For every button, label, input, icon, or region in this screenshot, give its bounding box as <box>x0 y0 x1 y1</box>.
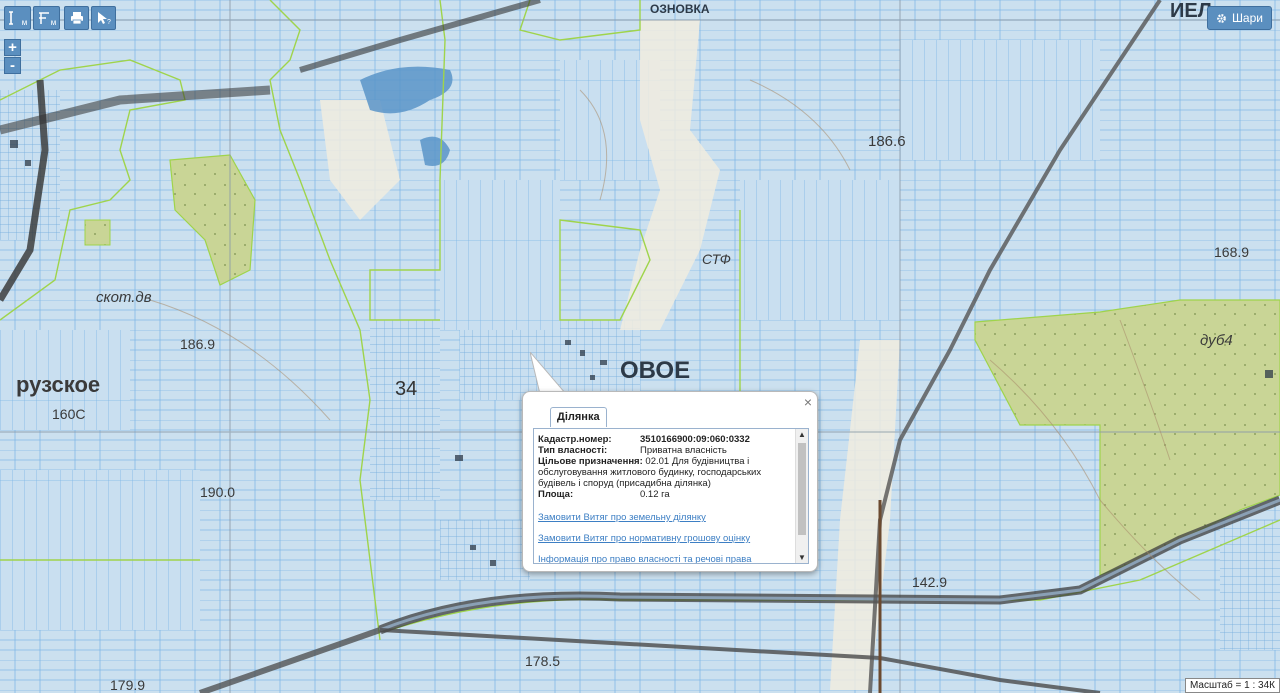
parcel-popup: × Ділянка Кадастр.номер: 3510166900:09:0… <box>522 391 818 572</box>
label-160c: 160С <box>52 406 85 422</box>
cadastral-value: 3510166900:09:060:0332 <box>640 434 750 445</box>
measure-length-unit: м <box>21 17 28 27</box>
svg-text:?: ? <box>107 19 111 25</box>
area-value: 0.12 га <box>640 489 670 500</box>
scroll-up-icon[interactable]: ▲ <box>798 430 806 439</box>
popup-pointer <box>530 352 567 394</box>
label-168-9: 168.9 <box>1214 244 1249 260</box>
label-186-9: 186.9 <box>180 336 215 352</box>
tab-parcel[interactable]: Ділянка <box>550 407 607 427</box>
label-179-9: 179.9 <box>110 677 145 693</box>
ownership-row: Тип власності: Приватна власність <box>538 445 792 456</box>
label-stf: СТФ <box>702 251 731 267</box>
area-label: Площа: <box>538 489 574 500</box>
print-button[interactable] <box>64 6 89 30</box>
layers-button-label: Шари <box>1231 11 1263 25</box>
scroll-down-icon[interactable]: ▼ <box>798 553 806 562</box>
ownership-value: Приватна власність <box>640 445 727 456</box>
label-dub: дуб4 <box>1200 332 1233 349</box>
order-parcel-extract-link[interactable]: Замовити Витяг про земельну ділянку <box>538 512 792 523</box>
label-ruzskoe: рузское <box>16 372 100 397</box>
label-34: 34 <box>395 378 417 400</box>
label-iel: ИЕЛ <box>1170 0 1212 22</box>
measure-area-unit: м <box>50 17 57 27</box>
label-142-9: 142.9 <box>912 574 947 590</box>
label-178-5: 178.5 <box>525 653 560 669</box>
print-icon <box>70 12 83 25</box>
ownership-info-link[interactable]: Інформація про право власності та речові… <box>538 554 792 563</box>
parcel-info: Кадастр.номер: 3510166900:09:060:0332 Ти… <box>538 434 792 563</box>
label-oznovka: ОЗНОВКА <box>650 2 710 16</box>
popup-body: Кадастр.номер: 3510166900:09:060:0332 Ти… <box>533 428 809 564</box>
layers-button[interactable]: Шари <box>1206 6 1272 30</box>
purpose-label: Цільове призначення: <box>538 456 643 467</box>
measure-area-button[interactable]: м <box>33 6 60 30</box>
gear-icon <box>1217 13 1226 23</box>
popup-scrollbar[interactable]: ▲ ▼ <box>795 429 808 563</box>
purpose-row: Цільове призначення: 02.01 Для будівницт… <box>538 456 792 489</box>
area-row: Площа: 0.12 га <box>538 489 792 500</box>
ownership-label: Тип власності: <box>538 445 608 456</box>
identify-icon: ? <box>97 12 111 25</box>
label-skotdv: скот.дв <box>96 289 152 306</box>
measure-length-button[interactable]: м <box>4 6 31 30</box>
zoom-in-button[interactable]: + <box>4 39 21 56</box>
scale-indicator: Масштаб = 1 : 34К <box>1184 678 1280 693</box>
identify-button[interactable]: ? <box>91 6 116 30</box>
cadastral-map[interactable]: рузское 160С 186.9 190.0 179.9 178.5 186… <box>0 0 1280 693</box>
label-novoe: ОВОЕ <box>620 357 690 384</box>
order-valuation-extract-link[interactable]: Замовити Витяг про нормативну грошову оц… <box>538 533 792 544</box>
label-186-6: 186.6 <box>868 133 906 150</box>
scroll-thumb[interactable] <box>798 443 806 535</box>
cadastral-label: Кадастр.номер: <box>538 434 612 445</box>
ruler-icon <box>8 11 13 25</box>
label-190-0: 190.0 <box>200 484 235 500</box>
area-ruler-icon <box>38 12 49 24</box>
close-icon[interactable]: × <box>804 394 812 410</box>
cadastral-row: Кадастр.номер: 3510166900:09:060:0332 <box>538 434 792 445</box>
zoom-out-button[interactable]: - <box>4 57 21 74</box>
